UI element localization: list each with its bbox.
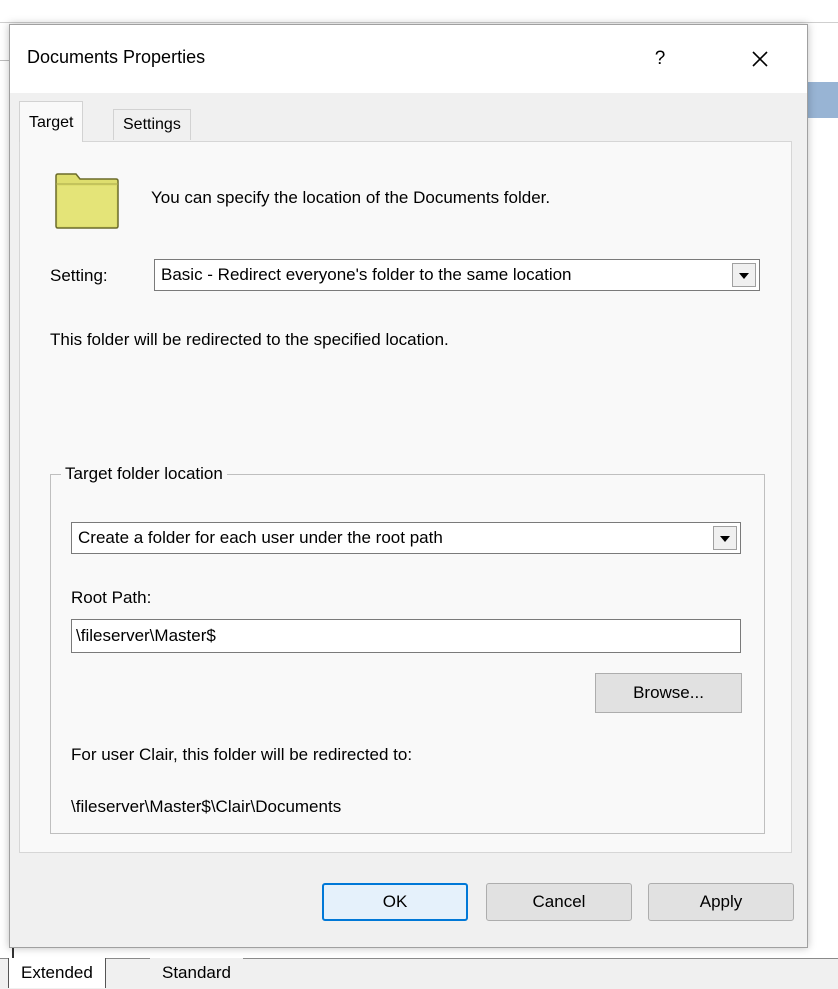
root-path-input[interactable] [71,619,741,653]
folder-description: You can specify the location of the Docu… [151,188,551,207]
target-location-value: Create a folder for each user under the … [78,528,443,547]
apply-button[interactable]: Apply [648,883,794,921]
title-bar: Documents Properties ? [10,25,807,93]
dialog-title: Documents Properties [27,47,206,67]
background-divider [0,60,9,61]
cancel-button[interactable]: Cancel [486,883,632,921]
setting-label: Setting: [50,266,108,285]
redirect-result-path: \fileserver\Master$\Clair\Documents [71,797,342,816]
background-tab-extended[interactable]: Extended [8,958,106,988]
browse-button[interactable]: Browse... [595,673,742,713]
setting-dropdown[interactable]: Basic - Redirect everyone's folder to th… [154,259,760,291]
user-redirect-note: For user Clair, this folder will be redi… [71,745,413,764]
group-legend: Target folder location [65,464,223,483]
target-folder-location-group: Target folder location Create a folder f… [50,464,765,834]
background-tab-standard[interactable]: Standard [150,958,243,988]
close-icon [752,51,768,67]
background-tab-strip [0,958,838,989]
chevron-down-icon[interactable] [732,263,756,287]
tab-settings[interactable]: Settings [113,109,191,140]
folder-icon [55,173,119,229]
setting-dropdown-value: Basic - Redirect everyone's folder to th… [161,265,572,284]
target-location-dropdown[interactable]: Create a folder for each user under the … [71,522,741,554]
help-button[interactable]: ? [640,39,680,79]
documents-properties-dialog: Documents Properties ? Target Settings Y… [9,24,808,948]
root-path-label: Root Path: [71,588,152,607]
redirect-note: This folder will be redirected to the sp… [50,330,449,349]
background-selection-bar [806,82,838,118]
tab-target[interactable]: Target [19,101,84,142]
target-tab-panel: You can specify the location of the Docu… [19,141,792,853]
background-window-edge [0,22,838,23]
close-button[interactable] [740,39,780,79]
chevron-down-icon[interactable] [713,526,737,550]
ok-button[interactable]: OK [322,883,468,921]
